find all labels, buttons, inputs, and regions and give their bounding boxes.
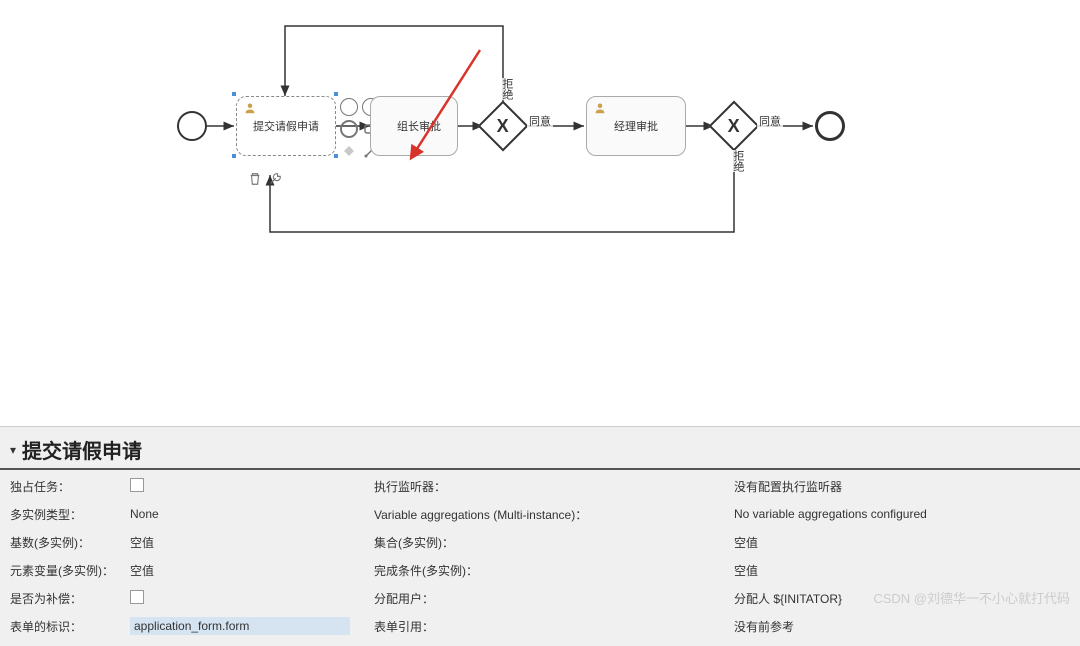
properties-title: 提交请假申请 bbox=[22, 435, 142, 464]
prop-row-listener: 执行监听器： bbox=[374, 476, 710, 496]
prop-row-multitype: 多实例类型： None bbox=[10, 504, 350, 524]
flow-edges bbox=[0, 0, 1080, 426]
start-event[interactable] bbox=[177, 111, 207, 141]
sel-handle bbox=[232, 92, 236, 96]
prop-value bbox=[130, 478, 350, 495]
delete-icon[interactable] bbox=[248, 172, 262, 189]
prop-label: 表单引用： bbox=[374, 618, 494, 635]
prop-col-2: 执行监听器： Variable aggregations (Multi-inst… bbox=[374, 476, 710, 636]
sel-handle bbox=[334, 92, 338, 96]
checkbox[interactable] bbox=[130, 590, 144, 604]
prop-value: 空值 bbox=[734, 534, 1070, 551]
prop-label: 基数(多实例)： bbox=[10, 534, 130, 551]
prop-row-collection: 集合(多实例)： bbox=[374, 532, 710, 552]
form-key-value[interactable]: application_form.form bbox=[130, 617, 350, 635]
prop-label: 集合(多实例)： bbox=[374, 534, 494, 551]
prop-value[interactable]: None bbox=[130, 507, 350, 521]
properties-grid: 独占任务： 多实例类型： None 基数(多实例)： 空值 元素变量(多实例)：… bbox=[0, 470, 1080, 646]
change-type-icon[interactable] bbox=[340, 142, 358, 160]
prop-row-assign: 分配用户： bbox=[374, 588, 710, 608]
wrench-icon[interactable] bbox=[268, 172, 282, 189]
prop-value[interactable]: 空值 bbox=[130, 534, 350, 551]
prop-row-formref: 表单引用： bbox=[374, 616, 710, 636]
prop-label: 表单的标识： bbox=[10, 618, 130, 635]
end-event[interactable] bbox=[815, 111, 845, 141]
prop-row-compensation: 是否为补偿： bbox=[10, 588, 350, 608]
prop-value bbox=[130, 590, 350, 607]
prop-label: 独占任务： bbox=[10, 478, 130, 495]
prop-row-val: 空值 bbox=[734, 560, 1070, 580]
prop-value: 空值 bbox=[734, 562, 1070, 579]
prop-row-val: 空值 bbox=[734, 532, 1070, 552]
task-leader-approve[interactable]: 组长审批 bbox=[370, 96, 458, 156]
user-icon bbox=[244, 102, 256, 114]
user-icon bbox=[594, 102, 606, 114]
prop-row-exclusive: 独占任务： bbox=[10, 476, 350, 496]
gateway-x-icon: X bbox=[497, 115, 509, 136]
checkbox[interactable] bbox=[130, 478, 144, 492]
prop-row-completion: 完成条件(多实例)： bbox=[374, 560, 710, 580]
prop-col-3: 没有配置执行监听器 No variable aggregations confi… bbox=[734, 476, 1070, 636]
prop-row-formkey: 表单的标识： application_form.form bbox=[10, 616, 350, 636]
prop-row-val: 没有配置执行监听器 bbox=[734, 476, 1070, 496]
task-manager-approve[interactable]: 经理审批 bbox=[586, 96, 686, 156]
prop-label: 完成条件(多实例)： bbox=[374, 562, 494, 579]
prop-label: 执行监听器： bbox=[374, 478, 624, 495]
append-end-icon[interactable] bbox=[340, 120, 358, 138]
prop-label: 元素变量(多实例)： bbox=[10, 562, 130, 579]
edge-label-reject: 拒绝 bbox=[497, 78, 517, 100]
task-label: 经理审批 bbox=[614, 118, 658, 134]
gateway-1[interactable]: X bbox=[478, 101, 529, 152]
watermark: CSDN @刘德华一不小心就打代码 bbox=[873, 588, 1070, 607]
task-label: 提交请假申请 bbox=[253, 118, 319, 134]
prop-row-elementvar: 元素变量(多实例)： 空值 bbox=[10, 560, 350, 580]
prop-label: 分配用户： bbox=[374, 590, 494, 607]
sel-handle bbox=[232, 154, 236, 158]
prop-row-cardinality: 基数(多实例)： 空值 bbox=[10, 532, 350, 552]
prop-value[interactable]: 空值 bbox=[130, 562, 350, 579]
collapse-icon[interactable]: ▾ bbox=[10, 443, 16, 457]
gateway-x-icon: X bbox=[728, 115, 740, 136]
prop-row-val: No variable aggregations configured bbox=[734, 504, 1070, 524]
prop-label: Variable aggregations (Multi-instance)： bbox=[374, 506, 634, 523]
prop-value: No variable aggregations configured bbox=[734, 507, 1070, 521]
edge-label-agree: 同意 bbox=[527, 113, 553, 129]
prop-value: 没有配置执行监听器 bbox=[734, 478, 1070, 495]
prop-value: 没有前参考 bbox=[734, 618, 1070, 635]
bpmn-canvas[interactable]: 提交请假申请 组长审批 X 经理审批 X bbox=[0, 0, 1080, 426]
gateway-2[interactable]: X bbox=[709, 101, 760, 152]
edge-label-reject: 拒绝 bbox=[728, 150, 748, 172]
prop-col-1: 独占任务： 多实例类型： None 基数(多实例)： 空值 元素变量(多实例)：… bbox=[10, 476, 350, 636]
prop-row-val: 没有前参考 bbox=[734, 616, 1070, 636]
prop-label: 是否为补偿： bbox=[10, 590, 130, 607]
task-label: 组长审批 bbox=[387, 118, 441, 134]
prop-row-varagg: Variable aggregations (Multi-instance)： bbox=[374, 504, 710, 524]
properties-header[interactable]: ▾ 提交请假申请 bbox=[0, 427, 1080, 470]
prop-label: 多实例类型： bbox=[10, 506, 130, 523]
sel-handle bbox=[334, 154, 338, 158]
append-event-icon[interactable] bbox=[340, 98, 358, 116]
form-key-input[interactable]: application_form.form bbox=[130, 617, 350, 635]
properties-panel: ▾ 提交请假申请 独占任务： 多实例类型： None 基数(多实例)： 空值 元… bbox=[0, 426, 1080, 646]
edge-label-agree: 同意 bbox=[757, 113, 783, 129]
task-submit-leave[interactable]: 提交请假申请 bbox=[236, 96, 336, 156]
